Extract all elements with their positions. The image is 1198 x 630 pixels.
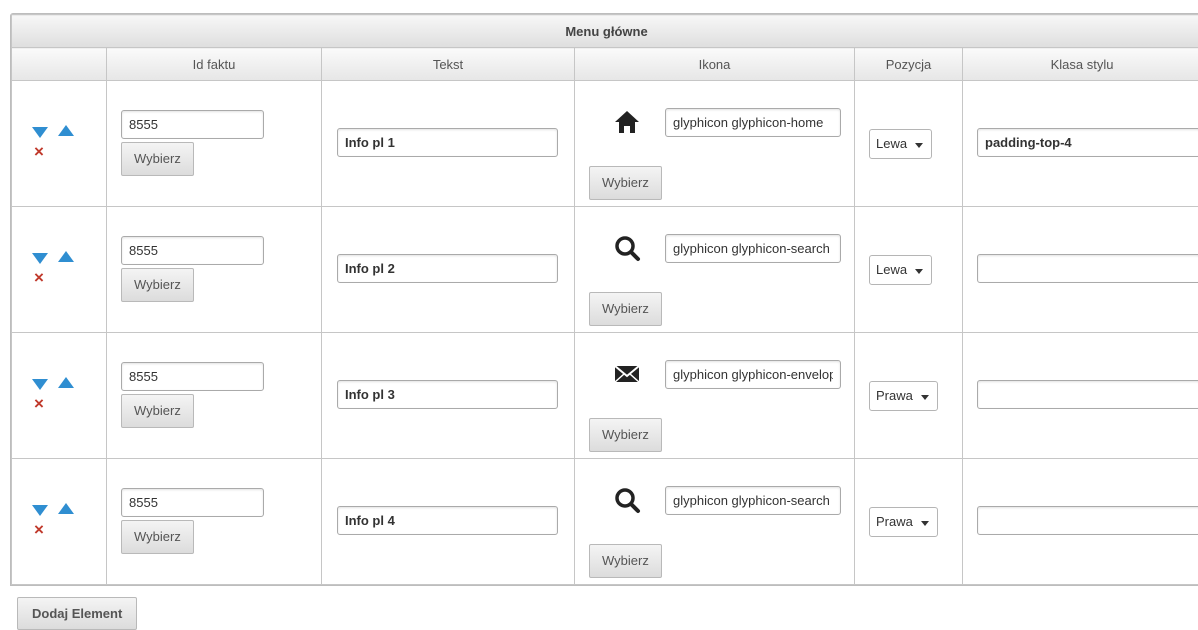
fact-choose-button[interactable]: Wybierz bbox=[121, 394, 194, 428]
fact-id-input[interactable] bbox=[121, 362, 264, 391]
position-select[interactable]: Lewa bbox=[869, 255, 932, 285]
table-row: × Wybierz Wybierz Prawa bbox=[12, 459, 1198, 585]
add-element-button[interactable]: Dodaj Element bbox=[17, 597, 137, 630]
header-icon: Ikona bbox=[575, 48, 855, 81]
move-up-icon[interactable] bbox=[58, 377, 74, 388]
header-position: Pozycja bbox=[855, 48, 963, 81]
menu-grid: Menu główne Id faktu Tekst Ikona Pozycja… bbox=[10, 13, 1198, 586]
delete-icon[interactable]: × bbox=[34, 395, 44, 412]
icon-class-input[interactable] bbox=[665, 360, 841, 389]
text-input[interactable] bbox=[337, 254, 558, 283]
move-up-icon[interactable] bbox=[58, 251, 74, 262]
icon-choose-button[interactable]: Wybierz bbox=[589, 544, 662, 578]
icon-choose-button[interactable]: Wybierz bbox=[589, 166, 662, 200]
position-value: Lewa bbox=[876, 136, 907, 151]
header-text: Tekst bbox=[322, 48, 575, 81]
move-down-icon[interactable] bbox=[32, 253, 48, 264]
icon-choose-button[interactable]: Wybierz bbox=[589, 292, 662, 326]
table-row: × Wybierz Wybierz Lewa bbox=[12, 207, 1198, 333]
chevron-down-icon bbox=[915, 143, 923, 148]
table-row: × Wybierz Wybierz Lewa bbox=[12, 81, 1198, 207]
fact-id-input[interactable] bbox=[121, 110, 264, 139]
fact-id-input[interactable] bbox=[121, 488, 264, 517]
position-select[interactable]: Lewa bbox=[869, 129, 932, 159]
text-input[interactable] bbox=[337, 506, 558, 535]
table-row: × Wybierz Wybierz Prawa bbox=[12, 333, 1198, 459]
style-class-input[interactable] bbox=[977, 254, 1198, 283]
fact-choose-button[interactable]: Wybierz bbox=[121, 520, 194, 554]
table-caption: Menu główne bbox=[12, 15, 1198, 48]
move-down-icon[interactable] bbox=[32, 127, 48, 138]
home-icon bbox=[613, 108, 641, 136]
menu-table: Menu główne Id faktu Tekst Ikona Pozycja… bbox=[11, 14, 1198, 585]
position-value: Lewa bbox=[876, 262, 907, 277]
fact-choose-button[interactable]: Wybierz bbox=[121, 268, 194, 302]
header-style-class: Klasa stylu bbox=[963, 48, 1198, 81]
chevron-down-icon bbox=[915, 269, 923, 274]
chevron-down-icon bbox=[921, 521, 929, 526]
fact-id-input[interactable] bbox=[121, 236, 264, 265]
delete-icon[interactable]: × bbox=[34, 521, 44, 538]
position-select[interactable]: Prawa bbox=[869, 507, 938, 537]
text-input[interactable] bbox=[337, 380, 558, 409]
delete-icon[interactable]: × bbox=[34, 143, 44, 160]
envelope-icon bbox=[613, 360, 641, 388]
move-down-icon[interactable] bbox=[32, 379, 48, 390]
text-input[interactable] bbox=[337, 128, 558, 157]
position-select[interactable]: Prawa bbox=[869, 381, 938, 411]
move-up-icon[interactable] bbox=[58, 503, 74, 514]
move-down-icon[interactable] bbox=[32, 505, 48, 516]
style-class-input[interactable] bbox=[977, 128, 1198, 157]
style-class-input[interactable] bbox=[977, 506, 1198, 535]
position-value: Prawa bbox=[876, 514, 913, 529]
header-actions bbox=[12, 48, 107, 81]
move-up-icon[interactable] bbox=[58, 125, 74, 136]
position-value: Prawa bbox=[876, 388, 913, 403]
style-class-input[interactable] bbox=[977, 380, 1198, 409]
fact-choose-button[interactable]: Wybierz bbox=[121, 142, 194, 176]
icon-class-input[interactable] bbox=[665, 108, 841, 137]
search-icon bbox=[613, 486, 641, 514]
chevron-down-icon bbox=[921, 395, 929, 400]
header-fact-id: Id faktu bbox=[107, 48, 322, 81]
icon-class-input[interactable] bbox=[665, 486, 841, 515]
delete-icon[interactable]: × bbox=[34, 269, 44, 286]
icon-choose-button[interactable]: Wybierz bbox=[589, 418, 662, 452]
icon-class-input[interactable] bbox=[665, 234, 841, 263]
search-icon bbox=[613, 234, 641, 262]
